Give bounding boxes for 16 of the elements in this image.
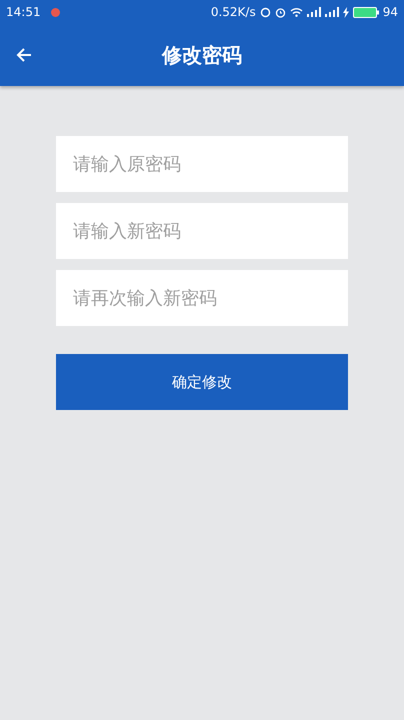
alarm-icon [274, 6, 286, 18]
signal-icon [324, 7, 339, 17]
password-field[interactable]: 请再次输入新密码 [56, 270, 348, 326]
charging-icon [342, 6, 349, 18]
page-title: 修改密码 [162, 42, 242, 68]
back-arrow-icon [16, 47, 32, 63]
confirm-button[interactable]: 确定修改 [56, 354, 348, 410]
status-time: 14:51 [6, 5, 41, 19]
wifi-icon [290, 7, 303, 17]
password-field[interactable]: 请输入原密码 [56, 136, 348, 192]
password-field[interactable]: 请输入新密码 [56, 203, 348, 259]
battery-icon [352, 6, 379, 18]
notification-icon [50, 8, 60, 16]
battery-level: 94 [382, 5, 398, 19]
network-speed: 0.52K/s [210, 5, 256, 19]
signal-icon [306, 7, 321, 17]
